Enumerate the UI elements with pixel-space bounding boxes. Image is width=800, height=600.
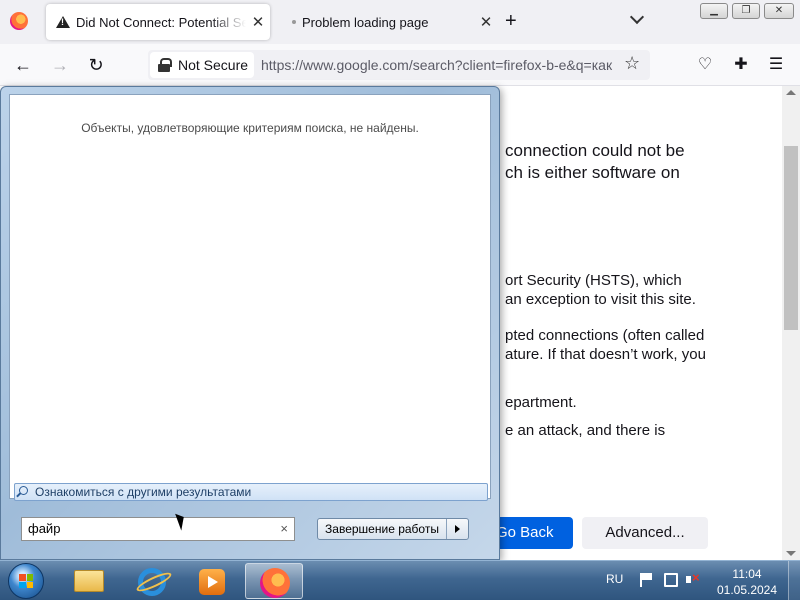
tab-strip: Did Not Connect: Potential Security Issu… (0, 0, 800, 44)
taskbar: RU 11:04 01.05.2024 (0, 560, 800, 600)
tab-close-icon[interactable]: ✕ (474, 13, 498, 31)
shutdown-options-arrow-icon[interactable] (446, 519, 468, 539)
tab-title: Did Not Connect: Potential Security Issu… (76, 14, 246, 30)
volume-muted-icon[interactable] (686, 570, 700, 587)
error-text-line: an exception to visit this site. (505, 291, 696, 308)
scrollbar-thumb[interactable] (784, 146, 798, 330)
start-search-input[interactable]: файр × (21, 517, 295, 541)
tab-title: Problem loading page (302, 14, 429, 30)
taskbar-media-player[interactable] (183, 563, 241, 599)
advanced-button[interactable]: Advanced... (582, 517, 708, 549)
taskbar-explorer[interactable] (60, 563, 118, 599)
error-text-line: e an attack, and there is (505, 422, 666, 439)
see-more-results-link[interactable]: Ознакомиться с другими результатами (14, 483, 488, 501)
page-scrollbar[interactable] (782, 86, 800, 560)
clock-date: 01.05.2024 (716, 583, 778, 597)
tab-close-icon[interactable]: ✕ (246, 13, 270, 31)
see-more-results-label: Ознакомиться с другими результатами (35, 485, 252, 499)
forward-arrow-icon[interactable]: → (48, 53, 72, 77)
error-text-line: ort Security (HSTS), which (505, 272, 682, 289)
error-text-line: connection could not be (505, 141, 685, 160)
clock[interactable]: 11:04 01.05.2024 (712, 566, 782, 598)
internet-explorer-icon (138, 568, 166, 596)
shutdown-button-group: Завершение работы (317, 518, 469, 540)
show-desktop-button[interactable] (788, 561, 800, 600)
back-arrow-icon[interactable]: ← (11, 53, 35, 77)
warning-icon (56, 16, 70, 28)
media-player-icon (199, 569, 225, 595)
tab-problem-loading[interactable]: Problem loading page ✕ (280, 4, 498, 40)
language-indicator[interactable]: RU (606, 572, 623, 586)
security-indicator[interactable]: Not Secure (150, 52, 254, 78)
clock-time: 11:04 (732, 567, 762, 581)
network-icon[interactable] (664, 573, 678, 587)
navigation-toolbar: ← → ↻ Not Secure https://www.google.com/… (0, 44, 800, 86)
action-center-flag-icon[interactable] (640, 573, 654, 587)
search-query: файр (28, 521, 61, 536)
url-text[interactable]: https://www.google.com/search?client=fir… (261, 57, 617, 73)
security-label: Not Secure (178, 57, 249, 73)
windows-logo-icon (19, 574, 33, 588)
lock-icon (158, 58, 172, 72)
reload-icon[interactable]: ↻ (84, 53, 108, 77)
window-controls: ▁ ❐ ✕ (700, 3, 794, 19)
error-text-line: ch is either software on (505, 163, 680, 182)
error-text-line: epartment. (505, 394, 577, 411)
scroll-up-icon[interactable] (786, 90, 796, 95)
error-text-line: ature. If that doesn’t work, you (505, 346, 706, 363)
error-text-line: pted connections (often called (505, 327, 705, 344)
firefox-menu-icon[interactable] (10, 12, 28, 30)
start-button[interactable] (8, 563, 44, 599)
clear-search-icon[interactable]: × (280, 521, 288, 536)
no-results-message: Объекты, удовлетворяющие критериям поиск… (81, 121, 419, 135)
pocket-icon[interactable]: ♡ (694, 54, 716, 76)
extensions-icon[interactable]: ✚ (730, 54, 752, 76)
new-tab-button[interactable]: + (505, 10, 517, 33)
bookmark-star-icon[interactable]: ☆ (624, 53, 640, 74)
firefox-icon (260, 568, 290, 598)
list-all-tabs-icon[interactable] (629, 9, 645, 25)
shutdown-button[interactable]: Завершение работы (318, 522, 446, 536)
search-icon (19, 486, 28, 495)
scroll-down-icon[interactable] (786, 551, 796, 556)
close-window-button[interactable]: ✕ (764, 3, 794, 19)
url-bar[interactable]: Not Secure https://www.google.com/search… (148, 50, 650, 80)
search-results-pane: Объекты, удовлетворяющие критериям поиск… (9, 94, 491, 501)
start-menu: Объекты, удовлетворяющие критериям поиск… (0, 86, 500, 560)
taskbar-internet-explorer[interactable] (123, 563, 181, 599)
hamburger-menu-icon[interactable]: ☰ (765, 54, 787, 76)
restore-button[interactable]: ❐ (732, 3, 760, 19)
taskbar-firefox[interactable] (245, 563, 303, 599)
minimize-button[interactable]: ▁ (700, 3, 728, 19)
tab-did-not-connect[interactable]: Did Not Connect: Potential Security Issu… (46, 4, 270, 40)
folder-icon (74, 570, 104, 592)
